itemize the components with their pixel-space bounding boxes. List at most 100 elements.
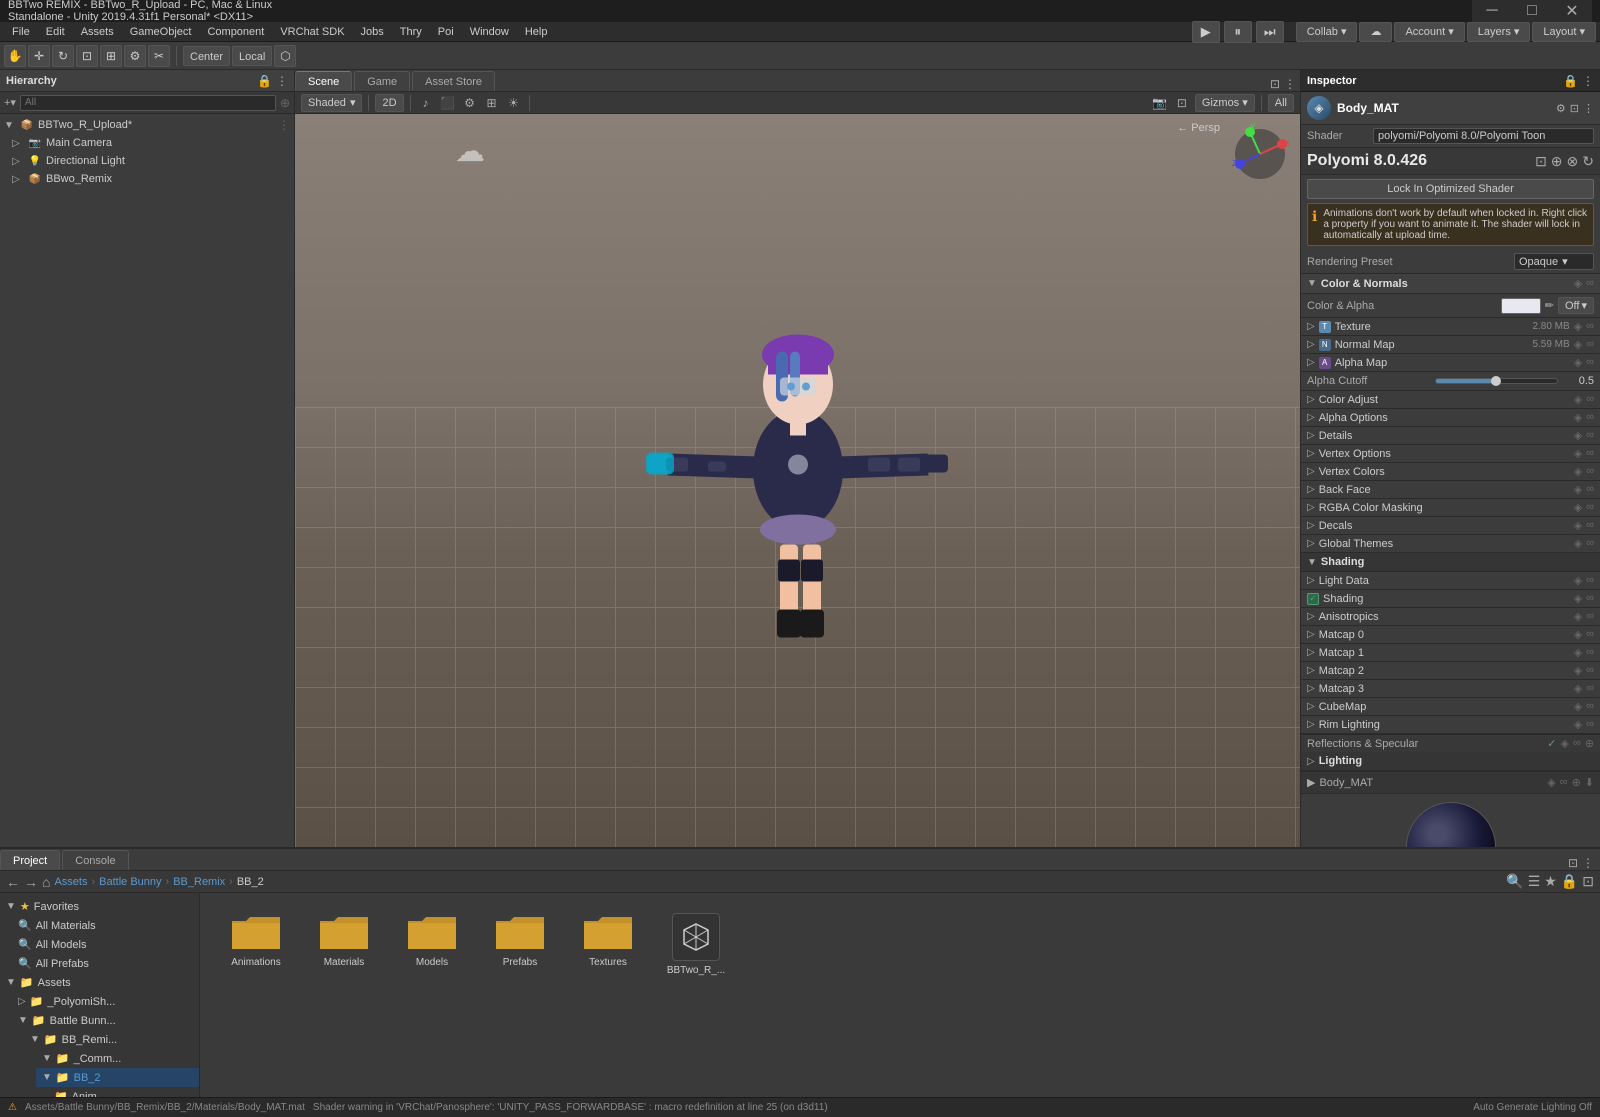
- mc1-icon-1[interactable]: ◈: [1574, 646, 1582, 659]
- bt-lock-icon[interactable]: 🔒: [1561, 873, 1578, 890]
- shader-value[interactable]: polyomi/Polyomi 8.0/Polyomi Toon: [1373, 128, 1594, 144]
- shader-icon-2[interactable]: ⊕: [1551, 153, 1563, 170]
- menu-jobs[interactable]: Jobs: [353, 22, 392, 42]
- inspector-lock-icon[interactable]: 🔒: [1563, 74, 1578, 88]
- back-face-section[interactable]: ▷ Back Face ◈ ∞: [1301, 481, 1600, 499]
- mc2-icon-2[interactable]: ∞: [1586, 664, 1594, 677]
- pause-button[interactable]: ⏸: [1224, 21, 1252, 43]
- global-themes-section[interactable]: ▷ Global Themes ◈ ∞: [1301, 535, 1600, 553]
- rim-lighting-section[interactable]: ▷ Rim Lighting ◈ ∞: [1301, 716, 1600, 734]
- vc-icon-2[interactable]: ∞: [1586, 465, 1594, 478]
- alpha-icon-2[interactable]: ∞: [1586, 356, 1594, 369]
- tool-scale[interactable]: ⊡: [76, 45, 98, 67]
- mc3-icon-2[interactable]: ∞: [1586, 682, 1594, 695]
- normal-icon-2[interactable]: ∞: [1586, 338, 1594, 351]
- vp-render-icon[interactable]: ⊡: [1173, 94, 1191, 112]
- hierarchy-more-icon[interactable]: ⋮: [276, 74, 288, 88]
- ld-icon-1[interactable]: ◈: [1574, 574, 1582, 587]
- shading-section-header[interactable]: ▼ Shading: [1301, 553, 1600, 572]
- details-section[interactable]: ▷ Details ◈ ∞: [1301, 427, 1600, 445]
- tree-item-bbtwo-upload[interactable]: ▼ 📦 BBTwo_R_Upload* 👁 ⋮: [0, 116, 294, 134]
- mc0-icon-1[interactable]: ◈: [1574, 628, 1582, 641]
- file-materials-folder[interactable]: Materials: [304, 909, 384, 980]
- bt-forward-icon[interactable]: →: [24, 874, 38, 890]
- hierarchy-add-icon[interactable]: +▾: [4, 96, 16, 109]
- hierarchy-lock-icon[interactable]: 🔒: [257, 74, 272, 88]
- maximize-button[interactable]: □: [1512, 0, 1552, 22]
- shading-checkbox[interactable]: ✓: [1307, 593, 1319, 605]
- det-icon-1[interactable]: ◈: [1574, 429, 1582, 442]
- tab-console[interactable]: Console: [62, 850, 128, 870]
- bc-battle-bunny[interactable]: Battle Bunny: [99, 876, 161, 888]
- gt-icon-2[interactable]: ∞: [1586, 537, 1594, 550]
- bt-filter-icon[interactable]: ★: [1544, 873, 1557, 890]
- color-adjust-section[interactable]: ▷ Color Adjust ◈ ∞: [1301, 391, 1600, 409]
- vp-grid-icon[interactable]: ⊞: [483, 94, 501, 112]
- shading-check-icon-1[interactable]: ◈: [1574, 592, 1582, 605]
- menu-window[interactable]: Window: [462, 22, 517, 42]
- matcap0-section[interactable]: ▷ Matcap 0 ◈ ∞: [1301, 626, 1600, 644]
- file-bbtwo-item[interactable]: BBTwo_R_...: [656, 909, 736, 980]
- shader-icon-1[interactable]: ⊡: [1535, 153, 1547, 170]
- tool-rect[interactable]: ⊞: [100, 45, 122, 67]
- viewport-maximize-icon[interactable]: ⊡: [1270, 77, 1280, 91]
- ao-icon-2[interactable]: ∞: [1586, 411, 1594, 424]
- bt-list-icon[interactable]: ☰: [1528, 873, 1541, 890]
- menu-thry[interactable]: Thry: [392, 22, 430, 42]
- mc2-icon-1[interactable]: ◈: [1574, 664, 1582, 677]
- hierarchy-filter-btn[interactable]: ⊕: [280, 96, 290, 110]
- bf-icon-1[interactable]: ◈: [1574, 483, 1582, 496]
- matcap3-section[interactable]: ▷ Matcap 3 ◈ ∞: [1301, 680, 1600, 698]
- ftree-all-materials[interactable]: 🔍 All Materials: [12, 916, 199, 935]
- file-prefabs-folder[interactable]: Prefabs: [480, 909, 560, 980]
- ftree-favorites[interactable]: ▼ ★ Favorites: [0, 897, 199, 916]
- more-options-icon[interactable]: ⋮: [278, 118, 290, 132]
- lock-optimized-button[interactable]: Lock In Optimized Shader: [1307, 179, 1594, 199]
- vo-icon-1[interactable]: ◈: [1574, 447, 1582, 460]
- tab-game[interactable]: Game: [354, 71, 410, 91]
- reflect-icon-2[interactable]: ∞: [1573, 737, 1581, 750]
- mc3-icon-1[interactable]: ◈: [1574, 682, 1582, 695]
- ftree-assets[interactable]: ▼ 📁 Assets: [0, 973, 199, 992]
- decals-icon-1[interactable]: ◈: [1574, 519, 1582, 532]
- ftree-battle-bunny[interactable]: ▼ 📁 Battle Bunn...: [12, 1011, 199, 1030]
- rl-icon-1[interactable]: ◈: [1574, 718, 1582, 731]
- toolbar-extra[interactable]: ⬡: [274, 45, 296, 67]
- ftree-all-models[interactable]: 🔍 All Models: [12, 935, 199, 954]
- menu-help[interactable]: Help: [517, 22, 556, 42]
- vp-stats-icon[interactable]: ⬛: [439, 94, 457, 112]
- file-animations-folder[interactable]: Animations: [216, 909, 296, 980]
- mp-icon-4[interactable]: ⬇: [1585, 776, 1594, 789]
- vp-light-icon[interactable]: ☀: [505, 94, 523, 112]
- mp-icon-1[interactable]: ◈: [1547, 776, 1555, 789]
- alpha-expand-icon[interactable]: ▷: [1307, 357, 1315, 368]
- tab-asset-store[interactable]: Asset Store: [412, 71, 495, 91]
- lighting-section-header[interactable]: ▷ Lighting: [1301, 752, 1600, 771]
- tab-scene[interactable]: Scene: [295, 71, 352, 91]
- ftree-anim[interactable]: 📁 Anim...: [48, 1087, 199, 1097]
- tex-icon-1[interactable]: ◈: [1574, 320, 1582, 333]
- mat-settings-icon[interactable]: ⚙: [1556, 102, 1566, 115]
- menu-poi[interactable]: Poi: [430, 22, 462, 42]
- file-models-folder[interactable]: Models: [392, 909, 472, 980]
- tool-rotate[interactable]: ↻: [52, 45, 74, 67]
- ftree-bb-remix[interactable]: ▼ 📁 BB_Remi...: [24, 1030, 199, 1049]
- cube-icon-2[interactable]: ∞: [1586, 700, 1594, 713]
- reflect-icon-3[interactable]: ⊕: [1585, 737, 1594, 750]
- decals-section[interactable]: ▷ Decals ◈ ∞: [1301, 517, 1600, 535]
- shading-dropdown[interactable]: Shaded ▾: [301, 94, 362, 112]
- light-data-section[interactable]: ▷ Light Data ◈ ∞: [1301, 572, 1600, 590]
- reflections-check-icon[interactable]: ✓: [1547, 737, 1556, 750]
- alpha-cutoff-thumb[interactable]: [1491, 376, 1501, 386]
- alpha-options-section[interactable]: ▷ Alpha Options ◈ ∞: [1301, 409, 1600, 427]
- vo-icon-2[interactable]: ∞: [1586, 447, 1594, 460]
- inspector-more-icon[interactable]: ⋮: [1582, 74, 1594, 88]
- step-button[interactable]: ⏭: [1256, 21, 1284, 43]
- cn-icon-2[interactable]: ∞: [1586, 277, 1594, 290]
- bottom-more-icon[interactable]: ⋮: [1582, 856, 1594, 870]
- alpha-icon-1[interactable]: ◈: [1574, 356, 1582, 369]
- mat-more-icon[interactable]: ⋮: [1583, 102, 1594, 115]
- rendering-preset-dropdown[interactable]: Opaque ▾: [1514, 253, 1594, 270]
- tool-transform[interactable]: ⚙: [124, 45, 146, 67]
- gizmos-dropdown[interactable]: Gizmos ▾: [1195, 94, 1255, 112]
